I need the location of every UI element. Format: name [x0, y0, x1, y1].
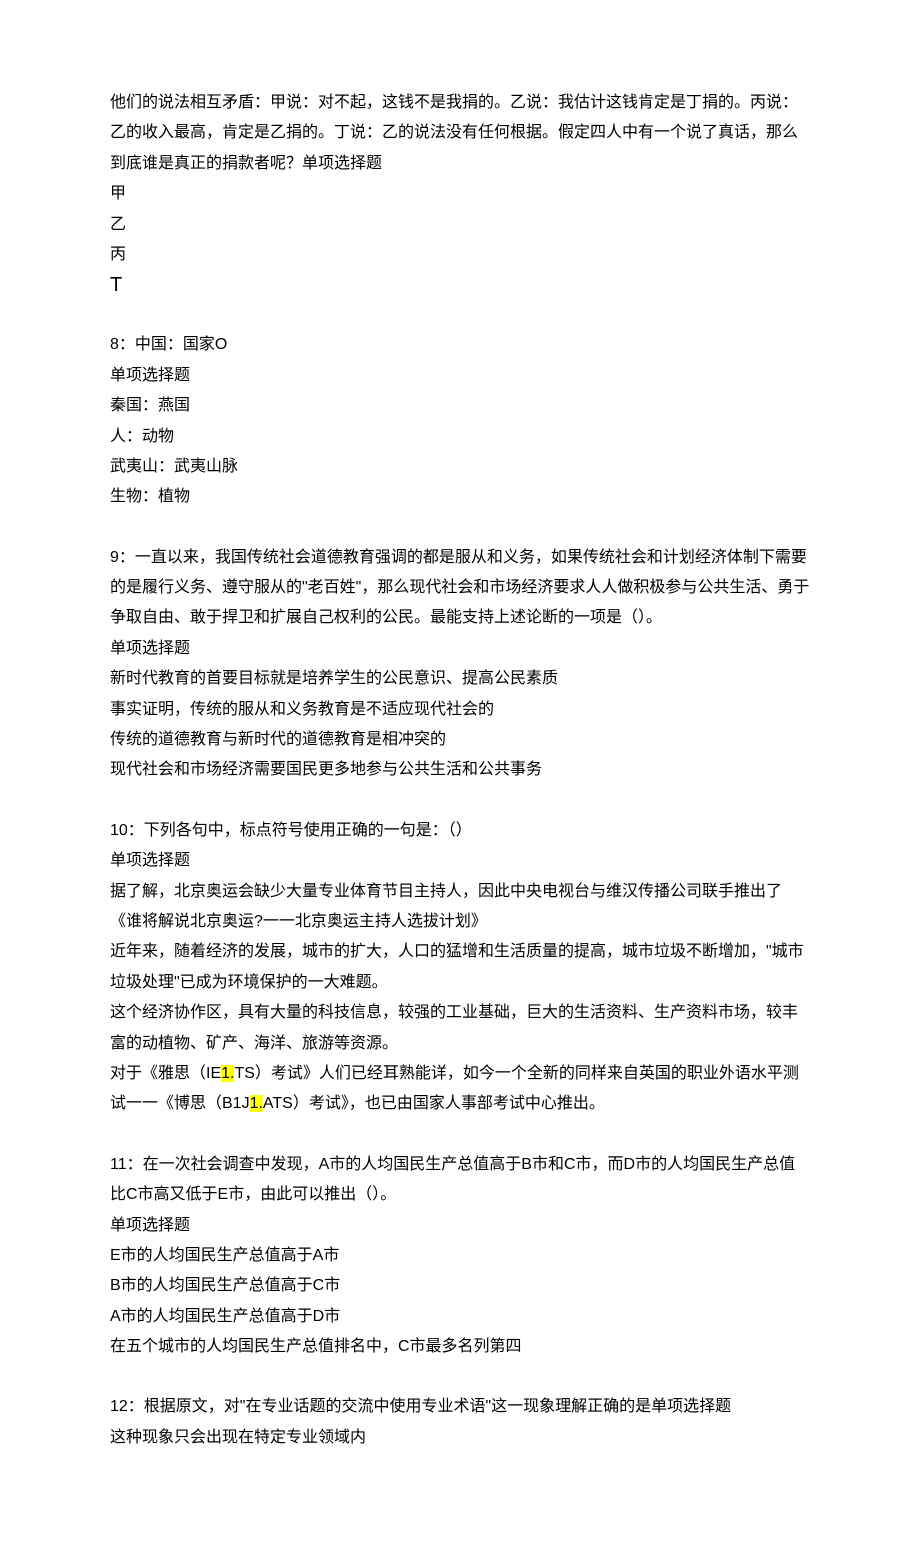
question-9: 9：一直以来，我国传统社会道德教育强调的都是服从和义务，如果传统社会和计划经济体… [110, 543, 810, 786]
highlight-text: 1. [221, 1065, 234, 1082]
question-stem: 10：下列各句中，标点符号使用正确的一句是：（） [110, 816, 810, 846]
question-7: 他们的说法相互矛盾：甲说：对不起，这钱不是我捐的。乙说：我估计这钱肯定是丁捐的。… [110, 88, 810, 300]
option-d: 对于《雅思（IE1.TS）考试》人们已经耳熟能详，如今一个全新的同样来自英国的职… [110, 1059, 810, 1120]
question-type: 单项选择题 [110, 361, 810, 391]
text-segment: ATS）考试》，也已由国家人事部考试中心推出。 [263, 1095, 605, 1112]
question-stem: 12：根据原文，对"在专业话题的交流中使用专业术语"这一现象理解正确的是单项选择… [110, 1392, 810, 1422]
option-c: 武夷山：武夷山脉 [110, 452, 810, 482]
option-a: 秦国：燕国 [110, 391, 810, 421]
question-type: 单项选择题 [110, 1211, 810, 1241]
question-stem: 11：在一次社会调查中发现，A市的人均国民生产总值高于B市和C市，而D市的人均国… [110, 1150, 810, 1211]
option-b: 事实证明，传统的服从和义务教育是不适应现代社会的 [110, 695, 810, 725]
option-d: 生物：植物 [110, 482, 810, 512]
question-stem: 他们的说法相互矛盾：甲说：对不起，这钱不是我捐的。乙说：我估计这钱肯定是丁捐的。… [110, 88, 810, 179]
question-type: 单项选择题 [110, 634, 810, 664]
question-8: 8：中国：国家O 单项选择题 秦国：燕国 人：动物 武夷山：武夷山脉 生物：植物 [110, 330, 810, 512]
option-a: E市的人均国民生产总值高于A市 [110, 1241, 810, 1271]
option-d: 现代社会和市场经济需要国民更多地参与公共生活和公共事务 [110, 755, 810, 785]
option-a: 这种现象只会出现在特定专业领域内 [110, 1423, 810, 1453]
question-stem: 9：一直以来，我国传统社会道德教育强调的都是服从和义务，如果传统社会和计划经济体… [110, 543, 810, 634]
option-c: 传统的道德教育与新时代的道德教育是相冲突的 [110, 725, 810, 755]
option-a: 甲 [110, 179, 810, 209]
option-a: 据了解，北京奥运会缺少大量专业体育节目主持人，因此中央电视台与维汉传播公司联手推… [110, 877, 810, 938]
option-c: 这个经济协作区，具有大量的科技信息，较强的工业基础，巨大的生活资料、生产资料市场… [110, 998, 810, 1059]
highlight-text: 1. [250, 1095, 263, 1112]
document-page: 他们的说法相互矛盾：甲说：对不起，这钱不是我捐的。乙说：我估计这钱肯定是丁捐的。… [0, 0, 920, 1543]
question-stem: 8：中国：国家O [110, 330, 810, 360]
text-segment: 对于《雅思（IE [110, 1065, 221, 1082]
question-type: 单项选择题 [110, 846, 810, 876]
option-a: 新时代教育的首要目标就是培养学生的公民意识、提高公民素质 [110, 664, 810, 694]
option-d: 在五个城市的人均国民生产总值排名中，C市最多名列第四 [110, 1332, 810, 1362]
option-c: 丙 [110, 240, 810, 270]
option-b: B市的人均国民生产总值高于C市 [110, 1271, 810, 1301]
option-b: 乙 [110, 210, 810, 240]
option-b: 人：动物 [110, 422, 810, 452]
option-c: A市的人均国民生产总值高于D市 [110, 1302, 810, 1332]
option-b: 近年来，随着经济的发展，城市的扩大，人口的猛增和生活质量的提高，城市垃圾不断增加… [110, 937, 810, 998]
option-d: T [110, 270, 810, 300]
question-11: 11：在一次社会调查中发现，A市的人均国民生产总值高于B市和C市，而D市的人均国… [110, 1150, 810, 1363]
question-10: 10：下列各句中，标点符号使用正确的一句是：（） 单项选择题 据了解，北京奥运会… [110, 816, 810, 1120]
question-12: 12：根据原文，对"在专业话题的交流中使用专业术语"这一现象理解正确的是单项选择… [110, 1392, 810, 1453]
